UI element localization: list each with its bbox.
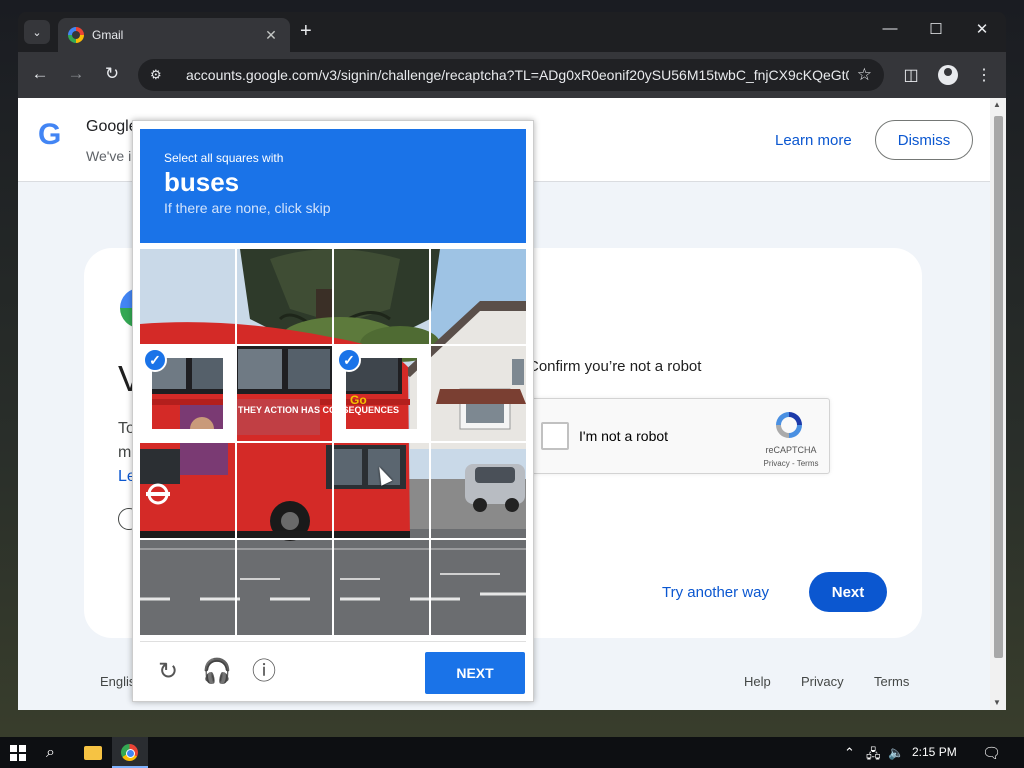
back-icon[interactable]: ←	[28, 64, 52, 84]
profile-icon[interactable]	[938, 65, 958, 85]
menu-kebab-icon[interactable]: ⋮	[973, 65, 995, 85]
scroll-thumb[interactable]	[994, 116, 1003, 658]
address-bar[interactable]: ⚙ accounts.google.com/v3/signin/challeng…	[138, 59, 884, 91]
side-panel-icon[interactable]: ◫	[900, 65, 922, 85]
recaptcha-brand: reCAPTCHA	[765, 445, 817, 455]
tab-search-dropdown[interactable]: ⌄	[24, 20, 50, 44]
file-explorer-icon[interactable]	[84, 746, 102, 760]
taskbar-clock[interactable]: 2:15 PM	[912, 745, 957, 759]
recaptcha-challenge-dialog: Select all squares with buses If there a…	[132, 120, 534, 702]
search-icon[interactable]: ⌕	[46, 744, 55, 762]
footer-help-link[interactable]: Help	[744, 674, 771, 689]
grid-tile-15[interactable]	[334, 540, 429, 635]
recaptcha-label: I'm not a robot	[579, 428, 669, 444]
grid-tile-8[interactable]	[431, 346, 526, 441]
chrome-icon	[121, 744, 138, 761]
grid-tile-6[interactable]	[237, 346, 332, 441]
grid-tile-11[interactable]	[334, 443, 429, 538]
close-window-button[interactable]: ✕	[962, 20, 1002, 38]
forward-icon[interactable]: →	[64, 64, 88, 84]
reload-challenge-icon[interactable]: ↻	[154, 658, 182, 686]
scroll-up-icon[interactable]: ▲	[993, 100, 1001, 109]
windows-start-icon[interactable]	[10, 745, 26, 761]
grid-tile-9[interactable]	[140, 443, 235, 538]
grid-tile-1[interactable]	[140, 249, 235, 344]
grid-tile-4[interactable]	[431, 249, 526, 344]
maximize-button[interactable]: ☐	[916, 20, 956, 38]
challenge-next-button[interactable]: NEXT	[425, 652, 525, 694]
language-selector[interactable]: Englis	[100, 674, 135, 689]
recaptcha-checkbox[interactable]	[541, 422, 569, 450]
reload-icon[interactable]: ↻	[100, 64, 124, 84]
learn-more-link[interactable]: Learn more	[775, 132, 852, 149]
recaptcha-links[interactable]: Privacy - Terms	[759, 459, 823, 468]
notifications-icon[interactable]: 🗨	[982, 744, 1001, 762]
tile-selected-check-icon: ✓	[337, 348, 361, 372]
tile-selected-check-icon: ✓	[143, 348, 167, 372]
windows-taskbar: ⌕ ⌃ 🖧 🔈 2:15 PM 🗨	[0, 737, 1024, 768]
grid-tile-10[interactable]	[237, 443, 332, 538]
footer-terms-link[interactable]: Terms	[874, 674, 909, 689]
card-text: m	[118, 444, 132, 461]
browser-toolbar: ← → ↻ ⚙ accounts.google.com/v3/signin/ch…	[18, 52, 1006, 98]
dismiss-button[interactable]: Dismiss	[875, 120, 973, 160]
google-favicon-icon	[68, 27, 84, 43]
challenge-image-grid: THEY ACTION HAS CONSEQUENCES Go ✓ ✓	[140, 249, 526, 635]
site-info-icon[interactable]: ⚙	[150, 67, 172, 83]
new-tab-button[interactable]: +	[300, 21, 312, 41]
grid-tile-3[interactable]	[334, 249, 429, 344]
info-icon[interactable]: ⓘ	[250, 658, 278, 686]
minimize-button[interactable]: —	[870, 20, 910, 37]
tab-close-icon[interactable]: ✕	[262, 27, 280, 44]
try-another-way-link[interactable]: Try another way	[662, 584, 769, 601]
challenge-header: Select all squares with buses If there a…	[140, 129, 526, 243]
tab-title: Gmail	[92, 28, 124, 42]
recaptcha-logo-icon	[776, 412, 802, 438]
grid-tile-13[interactable]	[140, 540, 235, 635]
volume-muted-icon[interactable]: 🔈	[888, 745, 904, 761]
next-button[interactable]: Next	[809, 572, 887, 612]
page-scrollbar[interactable]: ▲ ▼	[990, 98, 1006, 710]
challenge-footer: ↻ 🎧 ⓘ NEXT	[140, 641, 526, 699]
tab-gmail[interactable]: Gmail ✕	[58, 18, 290, 52]
grid-tile-14[interactable]	[237, 540, 332, 635]
recaptcha-widget: I'm not a robot reCAPTCHA Privacy - Term…	[530, 398, 830, 474]
banner-subtitle: We've i	[86, 148, 132, 164]
banner-title: Google	[86, 118, 138, 135]
tab-strip: ⌄ Gmail ✕ + — ☐ ✕	[18, 12, 1006, 52]
audio-challenge-headphones-icon[interactable]: 🎧	[202, 658, 232, 686]
taskbar-chrome-button[interactable]	[112, 737, 148, 768]
scroll-down-icon[interactable]: ▼	[993, 698, 1001, 707]
grid-tile-2[interactable]	[237, 249, 332, 344]
confirm-not-robot-text: Confirm you’re not a robot	[528, 358, 702, 375]
challenge-instruction: Select all squares with	[164, 151, 284, 165]
network-icon[interactable]: 🖧	[866, 745, 881, 767]
tray-chevron-up-icon[interactable]: ⌃	[844, 745, 855, 761]
grid-tile-16[interactable]	[431, 540, 526, 635]
challenge-target: buses	[164, 167, 240, 197]
google-logo: G	[38, 118, 62, 151]
url-text: accounts.google.com/v3/signin/challenge/…	[186, 67, 849, 83]
bookmark-star-icon[interactable]: ☆	[857, 65, 872, 85]
challenge-skip-hint: If there are none, click skip	[164, 200, 331, 216]
footer-privacy-link[interactable]: Privacy	[801, 674, 844, 689]
grid-tile-12[interactable]	[431, 443, 526, 538]
